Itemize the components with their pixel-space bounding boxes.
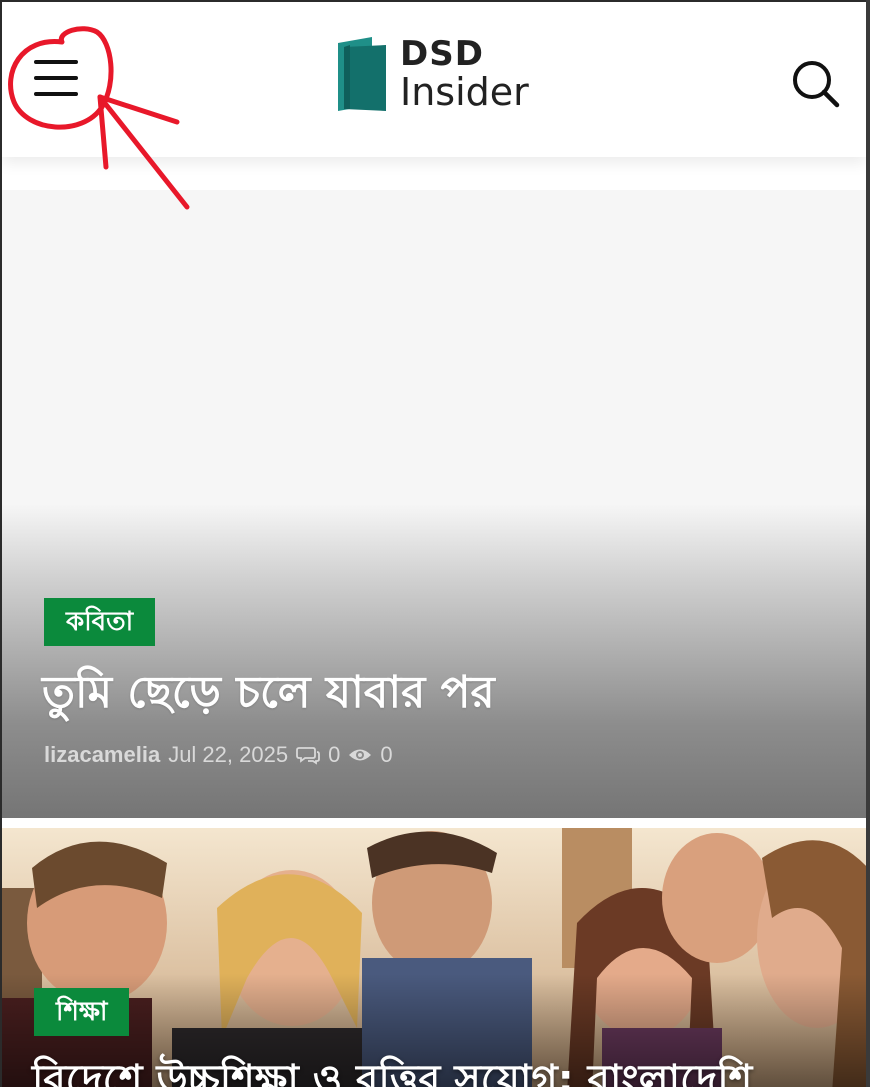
post-date: Jul 22, 2025	[168, 742, 289, 767]
logo-line-1: DSD	[400, 34, 484, 74]
second-post[interactable]: শিক্ষা বিদেশে উচ্চশিক্ষা ও বৃত্তির সুযোগ…	[2, 828, 866, 1087]
category-badge[interactable]: শিক্ষা	[34, 988, 130, 1037]
post-photo-friends[interactable]	[2, 828, 866, 1087]
book-logo-icon	[338, 37, 386, 111]
logo-line-2: Insider	[400, 70, 529, 114]
post-separator	[2, 818, 866, 828]
eye-icon	[349, 749, 372, 761]
category-badge[interactable]: কবিতা	[44, 598, 156, 647]
menu-line	[34, 60, 78, 64]
featured-post[interactable]: কবিতা তুমি ছেড়ে চলে যাবার পর lizacameli…	[2, 190, 866, 818]
menu-line	[34, 92, 78, 96]
comment-count: 0	[328, 742, 341, 767]
site-header: DSD Insider	[2, 2, 866, 157]
post-title[interactable]: বিদেশে উচ্চশিক্ষা ও বৃত্তির সুযোগ: বাংলা…	[32, 1054, 752, 1087]
mobile-page: DSD Insider কবিতা তুমি ছেড়ে চলে যাবার প…	[0, 0, 866, 1087]
view-count: 0	[380, 742, 393, 767]
search-icon[interactable]	[788, 56, 844, 112]
post-author[interactable]: lizacamelia	[44, 742, 160, 768]
hamburger-menu-icon[interactable]	[22, 48, 92, 108]
comments-icon	[296, 747, 320, 765]
post-title[interactable]: তুমি ছেড়ে চলে যাবার পর	[42, 664, 822, 721]
menu-line	[34, 76, 78, 80]
logo-text: DSD Insider	[400, 37, 529, 111]
site-logo[interactable]: DSD Insider	[332, 32, 529, 116]
post-meta: lizacamelia Jul 22, 2025 0 0	[44, 742, 393, 768]
